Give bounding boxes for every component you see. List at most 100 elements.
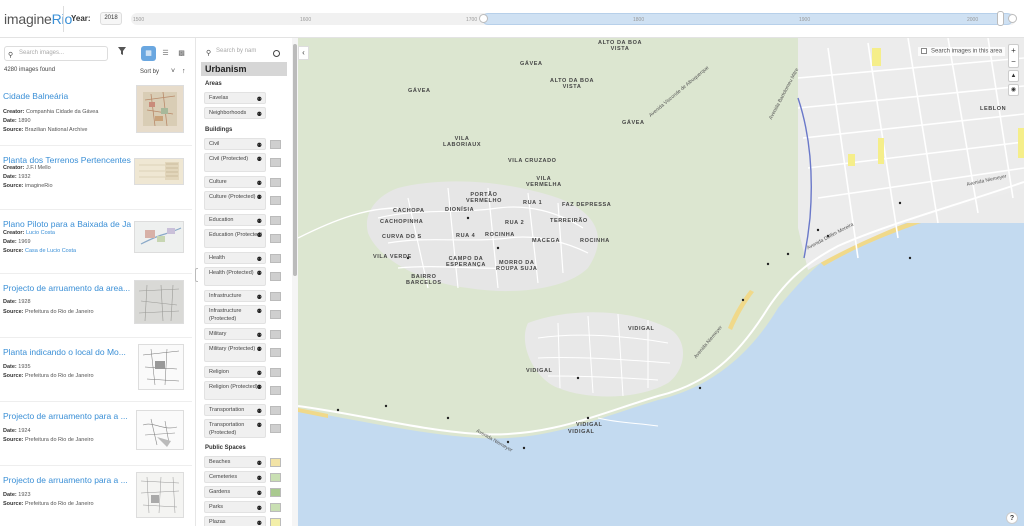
eye-icon[interactable]: ◉ — [1008, 84, 1019, 96]
layer-chip[interactable]: Parks ⚉ — [204, 501, 266, 513]
layer-chip[interactable]: Culture (Protected) ⚉ — [204, 191, 266, 210]
image-search-input[interactable]: ⚲ Search images... — [4, 46, 108, 61]
binoculars-icon[interactable]: ⚉ — [257, 308, 262, 316]
item-thumbnail[interactable] — [136, 410, 184, 450]
item-thumbnail[interactable] — [136, 472, 184, 518]
item-title[interactable]: Projecto de arruamento para a ... — [3, 411, 131, 421]
binoculars-icon[interactable]: ⚉ — [257, 270, 262, 278]
image-list-item[interactable]: Projecto de arruamento da area... Date: … — [0, 274, 192, 338]
binoculars-icon[interactable]: ⚉ — [257, 331, 262, 342]
layer-chip[interactable]: Military (Protected) ⚉ — [204, 343, 266, 362]
map-canvas[interactable]: ‹ Search images in this area + − ▲ ◉ ? A… — [298, 38, 1024, 526]
binoculars-icon[interactable]: ⚉ — [257, 217, 262, 228]
layer-chip[interactable]: Education (Protected) ⚉ — [204, 229, 266, 248]
layer-chip[interactable]: Transportation (Protected) ⚉ — [204, 419, 266, 438]
app-logo[interactable]: imagineRio — [4, 11, 72, 27]
binoculars-icon[interactable]: ⚉ — [257, 255, 262, 266]
image-list-item[interactable]: Planta indicando o local do Mo... Date: … — [0, 338, 192, 402]
neighborhood-label: RUA 4 — [456, 233, 476, 239]
binoculars-icon[interactable]: ⚉ — [257, 141, 262, 152]
gallery-view-icon[interactable]: ▩ — [174, 46, 189, 61]
zoom-in-button[interactable]: + — [1009, 45, 1018, 56]
binoculars-icon[interactable]: ⚉ — [257, 156, 262, 164]
timeline-end-handle[interactable] — [1008, 14, 1017, 23]
layer-search-input[interactable]: Search by nam — [202, 48, 282, 54]
filter-icon[interactable] — [118, 47, 126, 57]
layer-chip[interactable]: Plazas ⚉ — [204, 516, 266, 526]
layer-chip[interactable]: Religion ⚉ — [204, 366, 266, 378]
layer-chip[interactable]: Neighborhoods ⚉ — [204, 107, 266, 119]
image-list-item[interactable]: Plano Piloto para a Baixada de Jacarepag… — [0, 210, 192, 274]
binoculars-icon[interactable]: ⚉ — [257, 179, 262, 190]
item-title[interactable]: Cidade Balneária — [3, 91, 131, 101]
layer-chip[interactable]: Culture ⚉ — [204, 176, 266, 188]
layer-chip[interactable]: Education ⚉ — [204, 214, 266, 226]
sort-direction-icon[interactable]: ↑ — [182, 68, 186, 75]
layer-chip[interactable]: Favelas ⚉ — [204, 92, 266, 104]
layer-chip[interactable]: Civil (Protected) ⚉ — [204, 153, 266, 172]
binoculars-icon[interactable]: ⚉ — [257, 293, 262, 304]
binoculars-icon[interactable]: ⚉ — [257, 407, 262, 418]
zoom-out-button[interactable]: − — [1009, 56, 1018, 67]
layer-chip[interactable]: Military ⚉ — [204, 328, 266, 340]
layer-chip[interactable]: Infrastructure (Protected) ⚉ — [204, 305, 266, 324]
compass-icon[interactable]: ▲ — [1008, 70, 1019, 82]
item-thumbnail[interactable] — [136, 85, 184, 133]
sort-dropdown[interactable]: Sort by — [140, 69, 159, 75]
layer-chip[interactable]: Transportation ⚉ — [204, 404, 266, 416]
layer-chip-label: Religion — [209, 369, 229, 375]
image-list-item[interactable]: Cidade Balneária Creator: Companhia Cida… — [0, 82, 192, 146]
item-title[interactable]: Planta indicando o local do Mo... — [3, 347, 131, 357]
list-view-icon[interactable]: ☰ — [158, 46, 173, 61]
binoculars-icon[interactable]: ⚉ — [257, 422, 262, 430]
layer-chip[interactable]: Gardens ⚉ — [204, 486, 266, 498]
search-in-area-label: Search images in this area — [931, 48, 1003, 55]
creator-link[interactable]: Lucio Costa — [26, 230, 55, 236]
item-title[interactable]: Planta dos Terrenos Pertencentes... — [3, 155, 131, 165]
binoculars-icon[interactable]: ⚉ — [257, 346, 262, 354]
timeline-year-handle[interactable] — [997, 11, 1004, 26]
source-link[interactable]: Casa de Lucio Costa — [25, 248, 76, 254]
binoculars-icon[interactable]: ⚉ — [257, 194, 262, 202]
layer-chip[interactable]: Religion (Protected) ⚉ — [204, 381, 266, 400]
item-thumbnail[interactable] — [134, 280, 184, 324]
checkbox[interactable] — [921, 48, 927, 54]
grid-view-icon[interactable]: ▦ — [141, 46, 156, 61]
binoculars-icon[interactable]: ⚉ — [257, 369, 262, 380]
binoculars-icon[interactable]: ⚉ — [257, 384, 262, 392]
layer-chip[interactable]: Cemeteries ⚉ — [204, 471, 266, 483]
layer-chip[interactable]: Beaches ⚉ — [204, 456, 266, 468]
layer-chip[interactable]: Health (Protected) ⚉ — [204, 267, 266, 286]
binoculars-icon[interactable]: ⚉ — [257, 504, 262, 515]
item-thumbnail[interactable] — [138, 344, 184, 390]
layer-chip[interactable]: Infrastructure ⚉ — [204, 290, 266, 302]
collapse-panel-button[interactable]: ‹ — [298, 46, 309, 60]
item-title[interactable]: Projecto de arruamento da area... — [3, 283, 131, 293]
image-list-item[interactable]: Projecto de arruamento para a ... Date: … — [0, 466, 192, 526]
timeline-start-handle[interactable] — [479, 14, 488, 23]
layer-chip[interactable]: Health ⚉ — [204, 252, 266, 264]
year-input[interactable]: 2018 — [100, 12, 122, 25]
binoculars-icon[interactable]: ⚉ — [257, 232, 262, 240]
binoculars-icon[interactable]: ⚉ — [257, 95, 262, 106]
binoculars-icon[interactable]: ⚉ — [257, 489, 262, 500]
item-thumbnail[interactable] — [134, 221, 184, 253]
binoculars-icon[interactable]: ⚉ — [257, 474, 262, 485]
layer-toggle-icon[interactable] — [273, 50, 280, 57]
layer-chip[interactable]: Civil ⚉ — [204, 138, 266, 150]
binoculars-icon[interactable]: ⚉ — [257, 110, 262, 121]
item-thumbnail[interactable] — [134, 158, 184, 185]
layer-category-heading[interactable]: Urbanism — [201, 62, 287, 76]
layers-scrollbar-thumb[interactable] — [293, 44, 297, 276]
layer-chip-label: Cemeteries — [209, 474, 238, 480]
item-title[interactable]: Projecto de arruamento para a ... — [3, 475, 131, 485]
binoculars-icon[interactable]: ⚉ — [257, 519, 262, 526]
image-list-item[interactable]: Planta dos Terrenos Pertencentes... Crea… — [0, 146, 192, 210]
binoculars-icon[interactable]: ⚉ — [257, 459, 262, 470]
help-button[interactable]: ? — [1006, 512, 1018, 524]
item-title[interactable]: Plano Piloto para a Baixada de Jacarepag… — [3, 219, 131, 229]
search-in-area-toggle[interactable]: Search images in this area — [918, 47, 1006, 56]
timeline-selected-range[interactable] — [482, 13, 1013, 25]
image-list-item[interactable]: Projecto de arruamento para a ... Date: … — [0, 402, 192, 466]
chevron-down-icon[interactable]: ˅ — [171, 68, 175, 75]
